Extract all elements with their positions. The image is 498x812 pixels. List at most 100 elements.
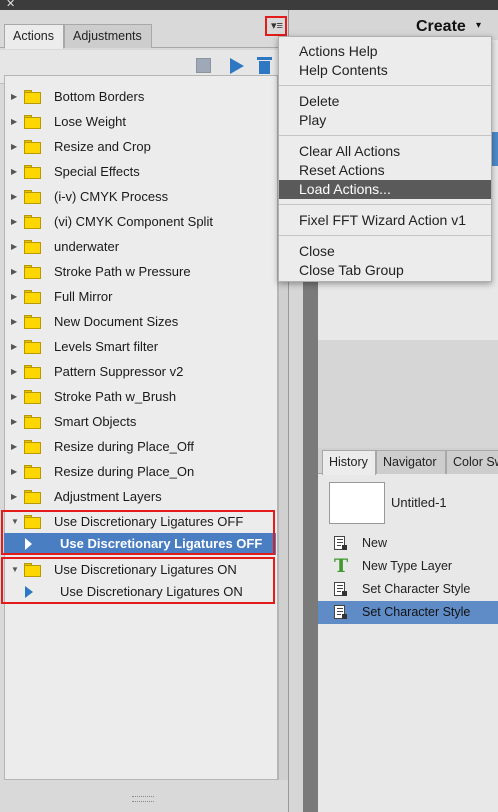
action-set-row[interactable]: ▶ Resize and Crop <box>4 135 276 160</box>
action-set-label: Adjustment Layers <box>54 489 162 504</box>
action-set-row[interactable]: ▶ Resize during Place_On <box>4 460 276 485</box>
action-set-row[interactable]: ▶ New Document Sizes <box>4 310 276 335</box>
tab-actions[interactable]: Actions <box>4 24 64 49</box>
disclosure-collapsed-icon[interactable]: ▶ <box>11 168 17 176</box>
menu-item[interactable]: Fixel FFT Wizard Action v1 <box>279 211 491 230</box>
action-set-label: (i-v) CMYK Process <box>54 189 169 204</box>
disclosure-collapsed-icon[interactable]: ▶ <box>11 493 17 501</box>
history-step[interactable]: New <box>318 532 498 555</box>
disclosure-collapsed-icon[interactable]: ▶ <box>11 468 17 476</box>
disclosure-collapsed-icon[interactable]: ▶ <box>11 143 17 151</box>
action-set-row[interactable]: ▶ Stroke Path w Pressure <box>4 260 276 285</box>
menu-item[interactable]: Load Actions... <box>279 180 491 199</box>
history-panel: History Navigator Color Sw Untitled-1 Ne… <box>318 448 498 812</box>
action-set-label: Bottom Borders <box>54 89 145 104</box>
action-set-label: Stroke Path w_Brush <box>54 389 177 404</box>
menu-item[interactable]: Close Tab Group <box>279 261 491 280</box>
document-icon <box>334 605 347 620</box>
folder-icon <box>24 315 41 329</box>
folder-icon <box>24 265 41 279</box>
chevron-down-icon[interactable]: ▾ <box>476 20 481 31</box>
menu-item[interactable]: Actions Help <box>279 42 491 61</box>
action-set-row[interactable]: ▶ Stroke Path w_Brush <box>4 385 276 410</box>
type-tool-icon: T <box>334 555 349 577</box>
panel-menu-icon: ▾≡ <box>271 20 283 32</box>
play-icon[interactable] <box>230 58 244 74</box>
action-set-row[interactable]: ▶ Levels Smart filter <box>4 335 276 360</box>
menu-item[interactable]: Reset Actions <box>279 161 491 180</box>
highlight-box-ligatures-on <box>1 557 275 604</box>
action-set-row[interactable]: ▶ Full Mirror <box>4 285 276 310</box>
disclosure-collapsed-icon[interactable]: ▶ <box>11 93 17 101</box>
history-step[interactable]: T New Type Layer <box>318 555 498 578</box>
history-snapshot-thumbnail[interactable] <box>329 482 385 524</box>
actions-tab-bar: Actions Adjustments <box>0 24 289 49</box>
folder-icon <box>24 215 41 229</box>
tab-navigator[interactable]: Navigator <box>376 450 446 474</box>
folder-icon <box>24 115 41 129</box>
action-set-label: (vi) CMYK Component Split <box>54 214 213 229</box>
menu-separator <box>279 85 491 86</box>
resize-grip[interactable] <box>132 796 154 802</box>
folder-icon <box>24 440 41 454</box>
disclosure-collapsed-icon[interactable]: ▶ <box>11 218 17 226</box>
folder-icon <box>24 340 41 354</box>
tab-color-swatches[interactable]: Color Sw <box>446 450 498 474</box>
action-set-label: Smart Objects <box>54 414 137 429</box>
document-icon <box>334 582 347 597</box>
disclosure-collapsed-icon[interactable]: ▶ <box>11 418 17 426</box>
disclosure-collapsed-icon[interactable]: ▶ <box>11 343 17 351</box>
trash-icon[interactable] <box>257 57 272 74</box>
disclosure-collapsed-icon[interactable]: ▶ <box>11 193 17 201</box>
tab-history[interactable]: History <box>322 450 376 475</box>
action-set-row[interactable]: ▶ Lose Weight <box>4 110 276 135</box>
action-set-row[interactable]: ▶ Resize during Place_Off <box>4 435 276 460</box>
disclosure-collapsed-icon[interactable]: ▶ <box>11 443 17 451</box>
action-set-row[interactable]: ▶ Pattern Suppressor v2 <box>4 360 276 385</box>
action-set-label: Special Effects <box>54 164 140 179</box>
folder-icon <box>24 240 41 254</box>
history-step-label: New <box>362 536 388 550</box>
menu-item[interactable]: Help Contents <box>279 61 491 80</box>
action-set-label: Lose Weight <box>54 114 127 129</box>
menu-separator <box>279 204 491 205</box>
folder-icon <box>24 390 41 404</box>
disclosure-collapsed-icon[interactable]: ▶ <box>11 293 17 301</box>
action-set-row[interactable]: ▶ (i-v) CMYK Process <box>4 185 276 210</box>
stop-icon[interactable] <box>196 58 211 73</box>
tab-adjustments[interactable]: Adjustments <box>64 24 152 48</box>
history-tab-bar: History Navigator Color Sw <box>318 448 498 475</box>
menu-item[interactable]: Delete <box>279 92 491 111</box>
menu-item[interactable]: Close <box>279 242 491 261</box>
action-set-row[interactable]: ▶ (vi) CMYK Component Split <box>4 210 276 235</box>
close-panel-icon[interactable]: ✕ <box>6 0 15 10</box>
highlight-box-ligatures-off <box>1 510 275 555</box>
disclosure-collapsed-icon[interactable]: ▶ <box>11 393 17 401</box>
folder-icon <box>24 465 41 479</box>
action-set-row[interactable]: ▶ Smart Objects <box>4 410 276 435</box>
action-set-row[interactable]: ▶ Bottom Borders <box>4 85 276 110</box>
action-set-row[interactable]: ▶ underwater <box>4 235 276 260</box>
window-title-bar: ✕ <box>0 0 498 10</box>
folder-icon <box>24 190 41 204</box>
disclosure-collapsed-icon[interactable]: ▶ <box>11 118 17 126</box>
action-set-label: Resize during Place_Off <box>54 439 194 454</box>
history-snapshot-label: Untitled-1 <box>391 495 447 510</box>
disclosure-collapsed-icon[interactable]: ▶ <box>11 318 17 326</box>
disclosure-collapsed-icon[interactable]: ▶ <box>11 243 17 251</box>
history-step[interactable]: Set Character Style <box>318 578 498 601</box>
history-step-label: Set Character Style <box>362 582 471 596</box>
menu-separator <box>279 135 491 136</box>
action-set-row[interactable]: ▶ Adjustment Layers <box>4 485 276 510</box>
create-menu-button[interactable]: Create <box>416 18 466 36</box>
folder-icon <box>24 90 41 104</box>
disclosure-collapsed-icon[interactable]: ▶ <box>11 268 17 276</box>
menu-item[interactable]: Play <box>279 111 491 130</box>
panel-menu-button[interactable]: ▾≡ <box>265 16 287 36</box>
action-set-row[interactable]: ▶ Special Effects <box>4 160 276 185</box>
action-set-label: Stroke Path w Pressure <box>54 264 191 279</box>
history-step[interactable]: Set Character Style <box>318 601 498 624</box>
menu-item[interactable]: Clear All Actions <box>279 142 491 161</box>
history-step-label: New Type Layer <box>362 559 453 573</box>
disclosure-collapsed-icon[interactable]: ▶ <box>11 368 17 376</box>
